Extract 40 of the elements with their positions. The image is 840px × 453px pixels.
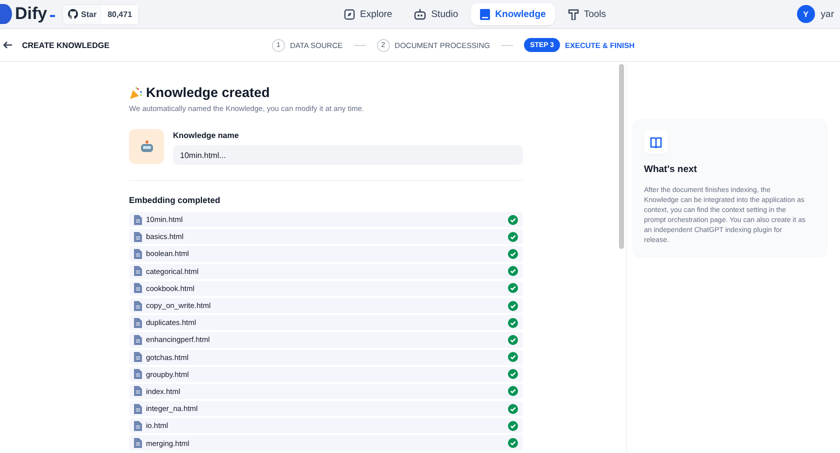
knowledge-name-field[interactable]: 10min.html... <box>173 145 523 165</box>
document-icon <box>134 334 142 345</box>
document-icon <box>134 386 142 396</box>
book-icon <box>650 136 662 148</box>
brand-name: Dify <box>15 4 48 24</box>
star-label: Star <box>81 10 97 18</box>
document-icon <box>134 369 142 380</box>
compass-icon <box>344 8 355 20</box>
document-icon <box>134 300 142 311</box>
field-label: Knowledge name <box>173 131 240 140</box>
document-icon <box>134 214 142 225</box>
party-popper-icon <box>129 86 143 100</box>
page-title: CREATE KNOWLEDGE <box>22 40 110 50</box>
document-icon <box>134 420 142 431</box>
back-arrow-icon[interactable] <box>3 41 12 49</box>
document-icon <box>134 404 142 414</box>
user-name: yar <box>820 8 834 20</box>
document-icon <box>134 266 142 276</box>
nav-tab[interactable]: Tools <box>558 3 616 25</box>
book-icon <box>480 8 490 20</box>
nav-tab[interactable]: Knowledge <box>471 3 555 25</box>
github-star-button[interactable]: Star 80,471 <box>62 4 140 24</box>
document-icon <box>134 232 142 242</box>
robot-icon <box>140 140 154 153</box>
section-title: Embedding completed <box>129 195 222 205</box>
document-icon <box>134 318 142 328</box>
document-icon <box>134 438 142 448</box>
document-icon <box>134 352 142 362</box>
robot-icon <box>414 8 426 20</box>
user-avatar[interactable]: Y <box>796 5 815 23</box>
result-title: Knowledge created <box>146 85 270 100</box>
nav-tab[interactable]: Studio <box>405 3 468 25</box>
nav-tab[interactable]: Explore <box>335 3 402 25</box>
github-icon <box>68 9 78 19</box>
document-icon <box>134 248 142 259</box>
knowledge-avatar[interactable] <box>129 129 164 164</box>
next-title: What's next <box>644 164 698 175</box>
star-count: 80,471 <box>102 4 138 24</box>
document-icon <box>134 283 142 294</box>
logo-icon <box>0 4 12 24</box>
